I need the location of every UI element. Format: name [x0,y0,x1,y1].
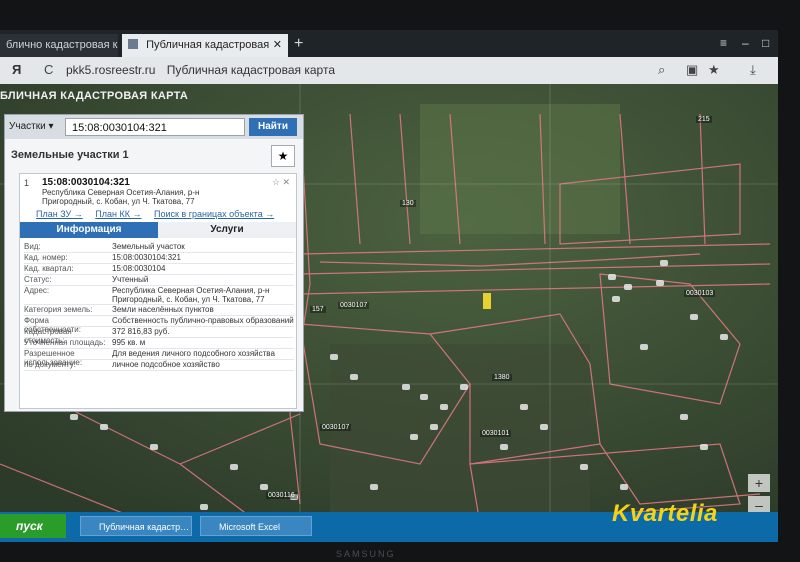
yandex-logo[interactable]: Я [12,62,21,77]
info-key: Уточненная площадь: [24,338,106,347]
info-row: Кад. номер: 15:08:0030104:321 [24,253,294,264]
card-index: 1 [24,178,30,188]
search-icon[interactable]: ⌕ [658,62,665,78]
minimize-button[interactable]: – [742,36,749,50]
plan-kk-link[interactable]: План КК → [95,209,141,219]
map-label: 1380 [492,374,512,381]
info-key: Вид: [24,242,41,251]
info-row: Категория земель: Земли населённых пункто… [24,305,294,316]
tab-label: блично кадастровая ка… [6,39,118,51]
favicon-icon [128,39,138,49]
info-row: Адрес: Республика Северная Осетия-Алания,… [24,286,294,305]
search-input[interactable]: 15:08:0030104:321 [65,118,245,136]
info-table: Вид: Земельный участок Кад. номер: 15:08:0… [24,242,294,371]
browser-tab-inactive[interactable]: блично кадастровая ка… [0,34,118,57]
new-tab-button[interactable]: + [294,34,303,54]
info-key: по документу: [24,360,76,369]
monitor-brand: SAMSUNG [336,549,396,559]
search-panel: Участки ▾ 15:08:0030104:321 Найти Земель… [4,114,304,412]
card-address: Республика Северная Осетия-Алания, р-н П… [42,188,200,206]
url-field[interactable]: pkk5.rosreestr.ru Публичная кадастровая … [66,63,335,77]
site-title: БЛИЧНАЯ КАДАСТРОВАЯ КАРТА [0,90,189,102]
star-icon[interactable]: ★ [708,62,720,78]
info-value: 995 кв. м [112,338,146,347]
tab-label: Публичная кадастровая [146,39,270,51]
map-label: 0030101 [480,430,512,437]
info-row: Статус: Учтенный [24,275,294,286]
map-label: 130 [400,200,416,207]
watermark-logo: Kvartelia [612,500,718,527]
info-value: Собственность публично-правовых образова… [112,316,294,325]
card-actions-icon[interactable]: ☆ ✕ [272,177,290,188]
plan-zu-link[interactable]: План ЗУ → [36,209,83,219]
info-key: Адрес: [24,286,50,295]
browser-tab-bar: блично кадастровая ка… Публичная кадастр… [0,30,778,57]
search-button[interactable]: Найти [249,118,297,136]
card-links: План ЗУ → План КК → Поиск в границах объ… [36,209,284,219]
info-key: Категория земель: [24,305,93,314]
tab-information[interactable]: Информация [20,222,158,238]
field-area [420,104,620,234]
bookmarks-icon[interactable]: ▣ [686,62,698,78]
info-key: Кад. квартал: [24,264,74,273]
screen: блично кадастровая ка… Публичная кадастр… [0,30,778,542]
parcel-card: 1 15:08:0030104:321 Республика Северная … [19,173,297,409]
info-row: Разрешенное использование: Для ведения ли… [24,349,294,367]
search-in-bounds-link[interactable]: Поиск в границах объекта → [154,209,274,219]
info-value: Для ведения личного подсобного хозяйства [112,349,275,358]
menu-icon[interactable]: ≡ [720,36,727,50]
info-row: Кадастровая стоимость: 372 816,83 руб. [24,327,294,345]
search-type-select[interactable]: Участки ▾ [9,119,63,135]
download-icon[interactable]: ⤓ [750,62,756,78]
info-row: Кад. квартал: 15:08:0030104 [24,264,294,275]
zoom-in-button[interactable]: + [748,474,770,492]
info-value: Республика Северная Осетия-Алания, р-н П… [112,286,270,304]
url-page-title: Публичная кадастровая карта [166,63,335,77]
info-value: 15:08:0030104 [112,264,166,273]
info-value: Учтенный [112,275,149,284]
url-text: pkk5.rosreestr.ru [66,63,156,77]
results-header: Земельные участки 1 [11,149,129,161]
map-label: 215 [696,116,712,123]
taskbar-item-browser[interactable]: Публичная кадастр… [80,516,192,536]
info-key: Кад. номер: [24,253,68,262]
search-row: Участки ▾ 15:08:0030104:321 Найти [5,115,303,139]
info-value: Земельный участок [112,242,185,251]
map-label: 157 [310,306,326,313]
map-label: 0030103 [684,290,716,297]
info-value: Земли населённых пунктов [112,305,214,314]
map-label: 0030116 [266,492,297,499]
selected-parcel[interactable] [483,293,491,309]
card-cadastral-number[interactable]: 15:08:0030104:321 [42,177,130,188]
start-button[interactable]: пуск [0,514,66,538]
browser-tab-active[interactable]: Публичная кадастровая ✕ [122,34,288,57]
info-row: Вид: Земельный участок [24,242,294,253]
close-tab-icon[interactable]: ✕ [273,34,282,57]
map-label: 0030107 [320,424,352,431]
card-tabs: Информация Услуги [20,222,296,238]
info-row: по документу: личное подсобное хозяйство [24,360,294,371]
reload-icon[interactable]: C [44,62,53,77]
cadastral-site: 130 215 157 1380 0030107 0030107 0030103… [0,84,778,542]
map-label: 0030107 [338,302,370,309]
info-key: Статус: [24,275,52,284]
tab-services[interactable]: Услуги [158,222,296,238]
info-value: 15:08:0030104:321 [112,253,181,262]
info-value: личное подсобное хозяйство [112,360,220,369]
taskbar-item-excel[interactable]: Microsoft Excel [200,516,312,536]
info-row: Форма собственности: Собственность публич… [24,316,294,334]
favorite-star-icon[interactable]: ★ [271,145,295,167]
maximize-button[interactable]: □ [762,36,769,50]
info-row: Уточненная площадь: 995 кв. м [24,338,294,349]
address-bar: Я C pkk5.rosreestr.ru Публичная кадастро… [0,57,778,85]
info-value: 372 816,83 руб. [112,327,170,336]
